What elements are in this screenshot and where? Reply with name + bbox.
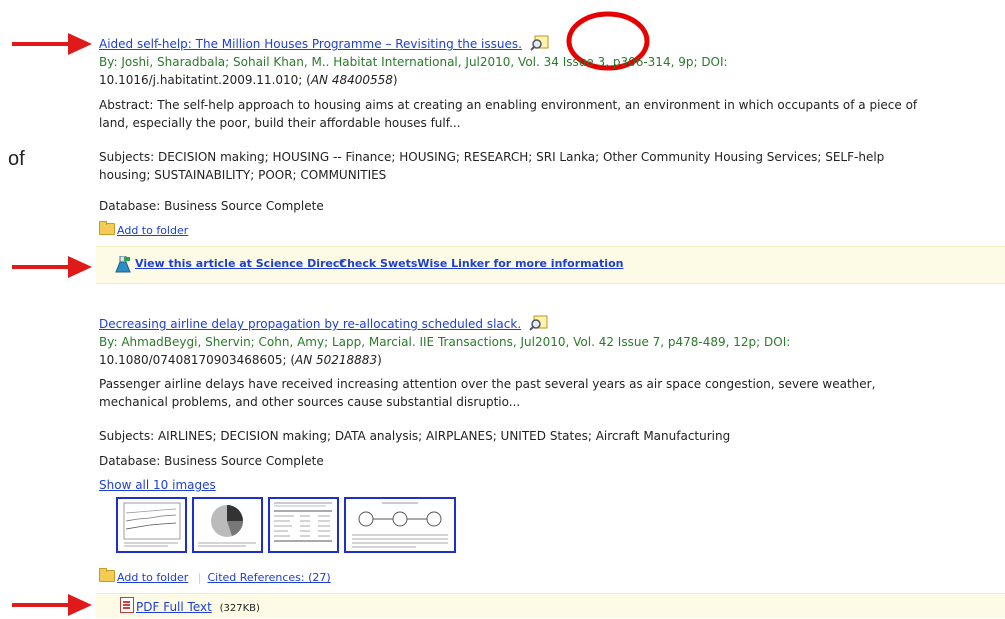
doi-text: 10.1080/07408170903468605; ( bbox=[99, 353, 295, 367]
result-1-title-row: Aided self-help: The Million Houses Prog… bbox=[99, 35, 550, 53]
pdf-row: PDF Full Text (327KB) bbox=[120, 597, 260, 618]
result-subjects-line-2: housing; SUSTAINABILITY; POOR; COMMUNITI… bbox=[99, 168, 387, 182]
result-subjects-line-1: Subjects: DECISION making; HOUSING -- Fi… bbox=[99, 150, 885, 164]
result-database: Database: Business Source Complete bbox=[99, 199, 324, 213]
fulltext-links-bar: View this article at Science Direct Chec… bbox=[96, 246, 1005, 284]
accession-number: AN 48400558 bbox=[310, 73, 393, 87]
result-actions-row: Add to folder | Cited References: (27) bbox=[99, 568, 331, 587]
accession-number: AN 50218883 bbox=[295, 353, 378, 367]
side-label: of bbox=[8, 148, 25, 170]
doi-text: 10.1016/j.habitatint.2009.11.010; ( bbox=[99, 73, 311, 87]
red-arrow-icon bbox=[12, 33, 92, 55]
science-direct-link[interactable]: View this article at Science Direct bbox=[135, 257, 345, 270]
pdf-full-text-link[interactable]: PDF Full Text bbox=[136, 600, 212, 614]
cited-references-link[interactable]: Cited References: (27) bbox=[207, 571, 330, 584]
image-thumbnails bbox=[116, 497, 486, 557]
pdf-size: (327KB) bbox=[219, 603, 260, 614]
result-doi: 10.1016/j.habitatint.2009.11.010; (AN 48… bbox=[99, 71, 398, 89]
result-title-link[interactable]: Decreasing airline delay propagation by … bbox=[99, 317, 521, 331]
result-byline: By: Joshi, Sharadbala; Sohail Khan, M.. … bbox=[99, 55, 728, 69]
thumbnail-line-chart[interactable] bbox=[116, 497, 187, 553]
result-doi: 10.1080/07408170903468605; (AN 50218883) bbox=[99, 351, 382, 369]
result-2-title-row: Decreasing airline delay propagation by … bbox=[99, 315, 549, 333]
show-all-images-link[interactable]: Show all 10 images bbox=[99, 476, 216, 494]
add-to-folder-link[interactable]: Add to folder bbox=[117, 571, 188, 584]
red-arrow-icon bbox=[12, 256, 92, 278]
thumbnail-table[interactable] bbox=[268, 497, 339, 553]
magnifier-preview-icon[interactable] bbox=[529, 315, 549, 331]
folder-icon bbox=[99, 568, 115, 582]
add-to-folder-row: Add to folder bbox=[99, 221, 188, 240]
red-arrow-icon bbox=[12, 594, 92, 616]
result-abstract-line-1: Passenger airline delays have received i… bbox=[99, 377, 876, 391]
add-to-folder-link[interactable]: Add to folder bbox=[117, 224, 188, 237]
flask-icon bbox=[115, 256, 131, 273]
pdf-bar: PDF Full Text (327KB) bbox=[96, 593, 1005, 618]
folder-icon bbox=[99, 221, 115, 235]
result-title-link[interactable]: Aided self-help: The Million Houses Prog… bbox=[99, 37, 522, 51]
doi-close: ) bbox=[392, 73, 398, 87]
magnifier-preview-icon[interactable] bbox=[530, 35, 550, 51]
pdf-icon bbox=[120, 597, 134, 613]
swetswise-linker-link[interactable]: Check SwetsWise Linker for more informat… bbox=[339, 257, 623, 270]
doi-close: ) bbox=[377, 353, 382, 367]
separator: | bbox=[197, 571, 202, 584]
result-abstract-line-2: mechanical problems, and other sources c… bbox=[99, 395, 521, 409]
result-subjects: Subjects: AIRLINES; DECISION making; DAT… bbox=[99, 429, 731, 443]
result-abstract-line-1: Abstract: The self-help approach to hous… bbox=[99, 98, 918, 112]
result-database: Database: Business Source Complete bbox=[99, 454, 324, 468]
result-byline: By: AhmadBeygi, Shervin; Cohn, Amy; Lapp… bbox=[99, 335, 791, 349]
thumbnail-flow-diagram[interactable] bbox=[344, 497, 456, 553]
result-abstract-line-2: land, especially the poor, build their a… bbox=[99, 116, 461, 130]
thumbnail-pie-chart[interactable] bbox=[192, 497, 263, 553]
